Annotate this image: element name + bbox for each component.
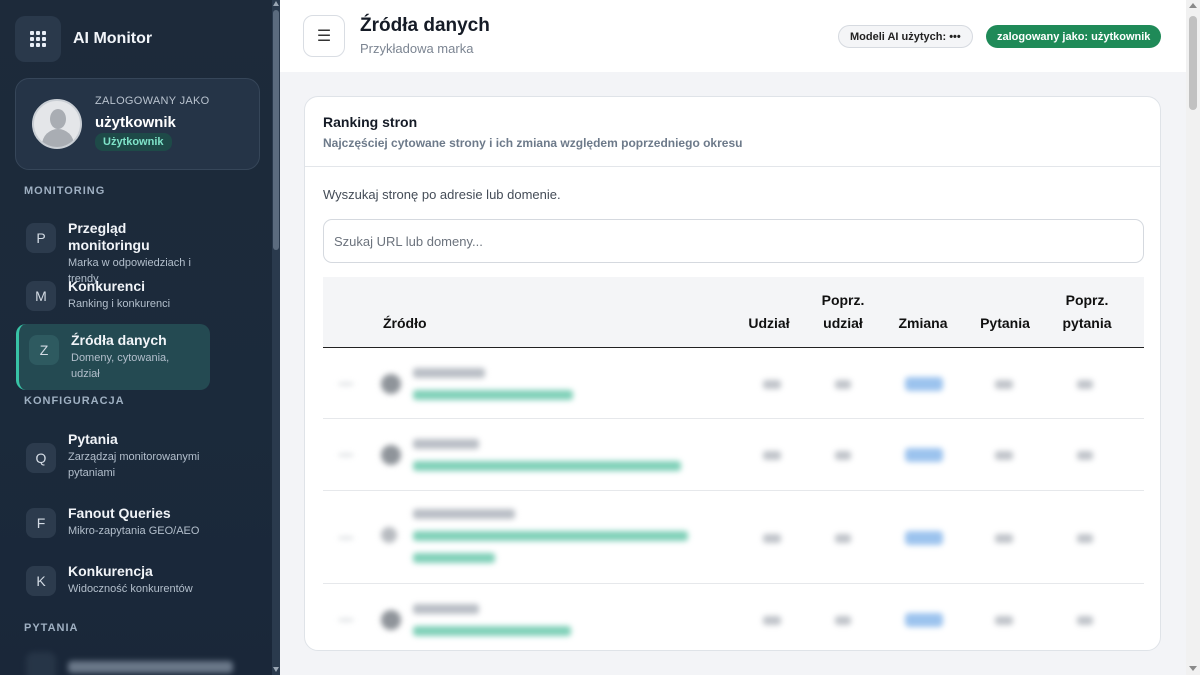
role-badge: Użytkownik bbox=[95, 133, 172, 151]
hamburger-icon: ☰ bbox=[316, 28, 332, 45]
nav-letter: Q bbox=[26, 443, 56, 473]
nav-letter: M bbox=[26, 281, 56, 311]
sidebar-item-data-sources[interactable]: Z Źródła danych Domeny, cytowania, udzia… bbox=[16, 324, 210, 390]
table-row[interactable] bbox=[323, 419, 1144, 491]
brand[interactable]: AI Monitor bbox=[15, 16, 152, 62]
user-card: ZALOGOWANY JAKO użytkownik Użytkownik bbox=[15, 78, 260, 170]
table-row[interactable] bbox=[323, 584, 1144, 650]
card-title: Ranking stron bbox=[323, 114, 418, 130]
top-bar: ☰ Źródła danych Przykładowa marka Modeli… bbox=[280, 0, 1186, 72]
nav-subtitle: Ranking i konkurenci bbox=[68, 298, 171, 310]
nav-title: Konkurenci bbox=[68, 278, 146, 294]
nav-letter: F bbox=[26, 508, 56, 538]
sidebar-item-question-blurred[interactable] bbox=[26, 652, 233, 675]
sidebar-scrollbar-thumb[interactable] bbox=[273, 10, 279, 250]
section-title-configuration: KONFIGURACJA bbox=[24, 395, 125, 407]
divider bbox=[305, 166, 1160, 167]
nav-subtitle: Zarządzaj monitorowanymi pytaniami bbox=[68, 451, 200, 479]
nav-title: Przegląd monitoringu bbox=[68, 220, 150, 253]
sidebar-item-competition[interactable]: K Konkurencja Widoczność konkurentów bbox=[16, 555, 210, 605]
nav-title: Źródła danych bbox=[71, 332, 167, 348]
models-used-pill[interactable]: Modeli AI użytych: ••• bbox=[838, 25, 973, 48]
section-title-monitoring: MONITORING bbox=[24, 185, 106, 197]
menu-toggle-button[interactable]: ☰ bbox=[303, 15, 345, 57]
column-header-prev-questions[interactable]: Poprz. pytania bbox=[1055, 289, 1119, 335]
page-scrollbar[interactable] bbox=[1186, 0, 1200, 675]
user-caption: ZALOGOWANY JAKO bbox=[95, 95, 210, 107]
sidebar-scrollbar[interactable] bbox=[272, 0, 280, 675]
table-row[interactable] bbox=[323, 348, 1144, 419]
table-row[interactable] bbox=[323, 491, 1144, 584]
apps-grid-icon[interactable] bbox=[15, 16, 61, 62]
scroll-up-arrow-icon[interactable] bbox=[273, 1, 279, 6]
column-header-source[interactable]: Źródło bbox=[383, 312, 427, 335]
ranking-card: Ranking stron Najczęściej cytowane stron… bbox=[304, 96, 1161, 651]
main-content: ☰ Źródła danych Przykładowa marka Modeli… bbox=[280, 0, 1186, 675]
sidebar-item-fanout-queries[interactable]: F Fanout Queries Mikro-zapytania GEO/AEO bbox=[16, 497, 210, 547]
search-label: Wyszukaj stronę po adresie lub domenie. bbox=[323, 187, 561, 202]
sidebar: AI Monitor ZALOGOWANY JAKO użytkownik Uż… bbox=[0, 0, 280, 675]
nav-subtitle: Widoczność konkurentów bbox=[68, 583, 193, 595]
column-header-questions[interactable]: Pytania bbox=[973, 312, 1037, 335]
nav-letter: P bbox=[26, 223, 56, 253]
logged-in-pill: zalogowany jako: użytkownik bbox=[986, 25, 1162, 48]
column-header-change[interactable]: Zmiana bbox=[891, 312, 955, 335]
nav-title: Fanout Queries bbox=[68, 505, 171, 521]
user-name: użytkownik bbox=[95, 114, 176, 131]
section-title-questions: PYTANIA bbox=[24, 622, 79, 634]
scroll-down-arrow-icon[interactable] bbox=[1189, 666, 1197, 671]
nav-letter: Z bbox=[29, 335, 59, 365]
nav-subtitle: Mikro-zapytania GEO/AEO bbox=[68, 525, 200, 537]
nav-title: Pytania bbox=[68, 431, 118, 447]
avatar bbox=[32, 99, 82, 149]
column-header-share[interactable]: Udział bbox=[743, 312, 795, 335]
column-header-prev-share[interactable]: Poprz. udział bbox=[813, 289, 873, 335]
page-scrollbar-thumb[interactable] bbox=[1189, 16, 1197, 110]
app-name: AI Monitor bbox=[73, 30, 153, 47]
nav-subtitle: Domeny, cytowania, udział bbox=[71, 352, 170, 380]
scroll-up-arrow-icon[interactable] bbox=[1189, 3, 1197, 8]
nav-letter: K bbox=[26, 566, 56, 596]
search-input[interactable] bbox=[323, 219, 1144, 263]
card-subtitle: Najczęściej cytowane strony i ich zmiana… bbox=[323, 136, 743, 150]
page-subtitle: Przykładowa marka bbox=[360, 41, 474, 56]
sidebar-item-questions[interactable]: Q Pytania Zarządzaj monitorowanymi pytan… bbox=[16, 423, 210, 489]
scroll-down-arrow-icon[interactable] bbox=[273, 667, 279, 672]
nav-title: Konkurencja bbox=[68, 563, 153, 579]
table-header: Źródło Udział Poprz. udział Zmiana Pytan… bbox=[323, 277, 1144, 348]
sidebar-item-competitors[interactable]: M Konkurenci Ranking i konkurenci bbox=[16, 270, 210, 320]
page-title: Źródła danych bbox=[360, 15, 490, 36]
